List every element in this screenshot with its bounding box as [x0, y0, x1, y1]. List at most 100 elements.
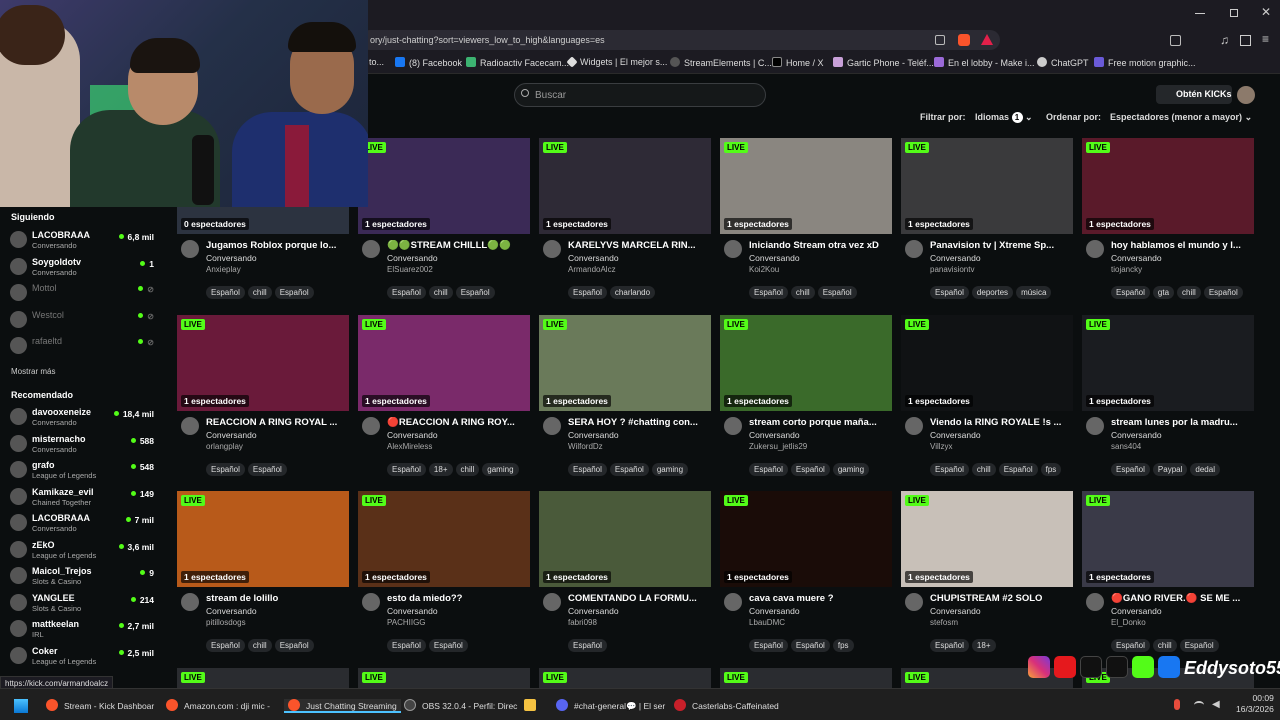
microphone-icon[interactable] — [1174, 699, 1180, 710]
streamer-avatar[interactable] — [362, 417, 380, 435]
streamer-avatar[interactable] — [724, 417, 742, 435]
sidebar-toggle-icon[interactable] — [1240, 35, 1251, 46]
stream-thumbnail-partial[interactable]: LIVE — [539, 668, 711, 688]
streamer-name[interactable]: orlangplay — [206, 442, 243, 451]
tag-chip[interactable]: Español — [1111, 286, 1150, 299]
stream-title[interactable]: Iniciando Stream otra vez xD — [749, 240, 889, 251]
stream-category[interactable]: Conversando — [1111, 430, 1162, 440]
streamer-name[interactable]: sans404 — [1111, 442, 1141, 451]
tag-chip[interactable]: Español — [206, 639, 245, 652]
streamer-avatar[interactable] — [724, 593, 742, 611]
streamer-name[interactable]: tiojancky — [1111, 265, 1142, 274]
stream-card[interactable]: LIVE 1 espectadores stream corto porque ma… — [720, 315, 892, 485]
tag-chip[interactable]: Español — [790, 463, 830, 476]
stream-thumbnail[interactable]: LIVE 1 espectadores — [901, 315, 1073, 411]
stream-category[interactable]: Conversando — [930, 606, 981, 616]
stream-thumbnail[interactable]: LIVE 1 espectadores — [1082, 315, 1254, 411]
tag-chip[interactable]: fps — [1040, 463, 1062, 476]
stream-title[interactable]: KARELYVS MARCELA RIN... — [568, 240, 708, 251]
sidebar-item-following[interactable]: Mottol ⊘ — [10, 282, 160, 306]
sidebar-item-recommended[interactable]: grafo League of Legends 548 — [10, 459, 160, 483]
file-explorer-icon[interactable] — [524, 699, 542, 711]
tag-chip[interactable]: chill — [247, 286, 272, 299]
user-avatar[interactable] — [1237, 86, 1255, 104]
stream-category[interactable]: Conversando — [568, 253, 619, 263]
taskbar-item[interactable]: Stream - Kick Dashboar — [46, 699, 154, 711]
stream-title[interactable]: cava cava muere ? — [749, 593, 889, 604]
tag-chip[interactable]: chill — [247, 639, 272, 652]
stream-category[interactable]: Conversando — [1111, 253, 1162, 263]
bookmark-item[interactable]: Widgets | El mejor s... — [566, 56, 667, 68]
streamer-name[interactable]: Anxieplay — [206, 265, 241, 274]
bookmark-item[interactable]: Gartic Phone - Teléf... — [833, 57, 934, 68]
stream-card[interactable]: LIVE 1 espectadores KARELYVS MARCELA RIN..… — [539, 138, 711, 308]
tag-chip[interactable]: dedal — [1190, 463, 1220, 476]
stream-category[interactable]: Conversando — [206, 430, 257, 440]
tag-chip[interactable]: Español — [930, 463, 969, 476]
tag-chip[interactable]: Español — [817, 286, 857, 299]
tag-chip[interactable]: Español — [749, 286, 788, 299]
tag-chip[interactable]: gaming — [651, 463, 689, 476]
stream-title[interactable]: REACCION A RING ROYAL ... — [206, 417, 346, 428]
stream-card[interactable]: LIVE 1 espectadores REACCION A RING ROYAL … — [177, 315, 349, 485]
streamer-avatar[interactable] — [543, 240, 561, 258]
streamer-name[interactable]: LbauDMC — [749, 618, 785, 627]
stream-thumbnail[interactable]: LIVE 1 espectadores — [720, 491, 892, 587]
streamer-avatar[interactable] — [181, 593, 199, 611]
stream-card[interactable]: LIVE 1 espectadores SERA HOY ? #chatting c… — [539, 315, 711, 485]
tag-chip[interactable]: 18+ — [971, 639, 996, 652]
stream-category[interactable]: Conversando — [206, 606, 257, 616]
sidebar-item-recommended[interactable]: zEkO League of Legends 3,6 mil — [10, 539, 160, 563]
stream-thumbnail[interactable]: LIVE 1 espectadores — [539, 138, 711, 234]
stream-title[interactable]: 🔴REACCION A RING ROY... — [387, 417, 527, 428]
tag-chip[interactable]: Paypal — [1152, 463, 1188, 476]
wifi-icon[interactable] — [1194, 701, 1204, 709]
stream-card[interactable]: LIVE 1 espectadores 🟢🟢STREAM CHILLL🟢🟢 Conve… — [358, 138, 530, 308]
tag-chip[interactable]: Español — [387, 639, 426, 652]
tag-chip[interactable]: Español — [206, 463, 245, 476]
stream-thumbnail[interactable]: LIVE 1 espectadores — [177, 315, 349, 411]
tag-chip[interactable]: chill — [428, 286, 453, 299]
tag-chip[interactable]: chill — [790, 286, 815, 299]
tag-chip[interactable]: Español — [1111, 639, 1150, 652]
sidebar-item-following[interactable]: Westcol ⊘ — [10, 309, 160, 333]
tag-chip[interactable]: Español — [998, 463, 1038, 476]
taskbar-item[interactable]: #chat-general💬 | El ser — [556, 699, 665, 712]
get-kicks-button[interactable]: Obtén KICKs — [1156, 85, 1232, 104]
streamer-name[interactable]: panavisiontv — [930, 265, 974, 274]
stream-thumbnail[interactable]: LIVE 1 espectadores — [539, 315, 711, 411]
search-input[interactable]: Buscar — [514, 83, 766, 107]
streamer-name[interactable]: AlexMireless — [387, 442, 432, 451]
tag-chip[interactable]: Español — [206, 286, 245, 299]
streamer-avatar[interactable] — [181, 240, 199, 258]
stream-card[interactable]: LIVE 1 espectadores 🔴GANO RIVER.🔴 SE ME ..… — [1082, 491, 1254, 661]
bookmark-item[interactable]: Free motion graphic... — [1094, 57, 1196, 68]
tag-chip[interactable]: Español — [428, 639, 468, 652]
brave-shield-icon[interactable] — [958, 34, 970, 46]
bookmark-item[interactable]: En el lobby - Make i... — [934, 57, 1035, 68]
stream-title[interactable]: stream corto porque maña... — [749, 417, 889, 428]
rewards-icon[interactable] — [981, 34, 993, 45]
sidebar-item-recommended[interactable]: davooxeneize Conversando 18,4 mil — [10, 406, 160, 430]
tag-chip[interactable]: Español — [609, 463, 649, 476]
sidebar-item-recommended[interactable]: Coker League of Legends 2,5 mil — [10, 645, 160, 669]
stream-title[interactable]: Viendo la RING ROYALE !s ... — [930, 417, 1070, 428]
streamer-avatar[interactable] — [905, 593, 923, 611]
stream-thumbnail-partial[interactable]: LIVE — [177, 668, 349, 688]
stream-category[interactable]: Conversando — [568, 606, 619, 616]
stream-title[interactable]: hoy hablamos el mundo y l... — [1111, 240, 1251, 251]
streamer-avatar[interactable] — [1086, 593, 1104, 611]
tag-chip[interactable]: Español — [749, 639, 788, 652]
sidebar-item-recommended[interactable]: YANGLEE Slots & Casino 214 — [10, 592, 160, 616]
streamer-name[interactable]: ArmandoAlcz — [568, 265, 616, 274]
stream-card[interactable]: LIVE 1 espectadores 🔴REACCION A RING ROY..… — [358, 315, 530, 485]
tag-chip[interactable]: chill — [1152, 639, 1177, 652]
tag-chip[interactable]: gaming — [482, 463, 519, 476]
volume-icon[interactable]: ◀ — [1212, 699, 1220, 710]
streamer-name[interactable]: El_Donko — [1111, 618, 1146, 627]
tag-chip[interactable]: Español — [274, 639, 314, 652]
tag-chip[interactable]: deportes — [971, 286, 1014, 299]
stream-category[interactable]: Conversando — [568, 430, 619, 440]
stream-title[interactable]: SERA HOY ? #chatting con... — [568, 417, 708, 428]
stream-thumbnail[interactable]: LIVE 1 espectadores — [720, 315, 892, 411]
